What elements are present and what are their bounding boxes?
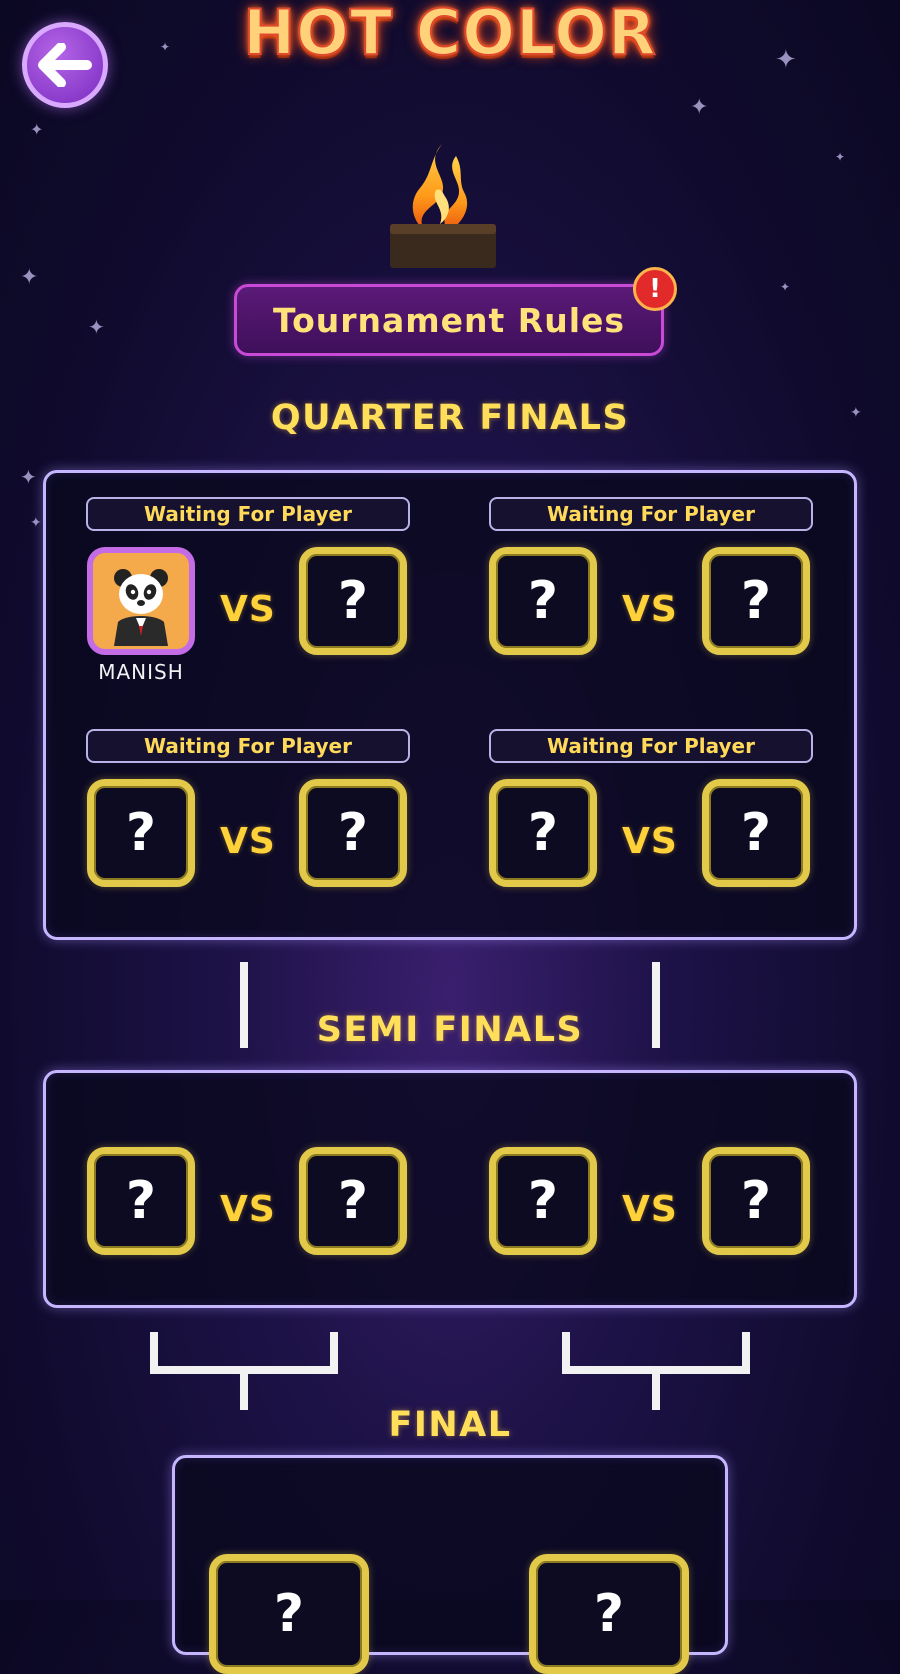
final-title: FINAL: [388, 1405, 512, 1445]
sparkle-icon: ✦: [88, 315, 105, 339]
vs-label: VS: [622, 589, 678, 630]
empty-player-slot[interactable]: ?: [489, 547, 597, 655]
match-status-badge: Waiting For Player: [86, 497, 410, 531]
match-status-badge: Waiting For Player: [489, 729, 813, 763]
question-mark-icon: ?: [337, 803, 369, 863]
empty-player-slot[interactable]: ?: [489, 779, 597, 887]
alert-symbol: !: [649, 274, 661, 304]
player-name: MANISH: [98, 660, 184, 684]
sparkle-icon: ✦: [20, 465, 37, 489]
quarter-finals-panel: Waiting For Player MANISH VS ? Waiting F…: [43, 470, 857, 940]
player-avatar-slot[interactable]: [87, 547, 195, 655]
question-mark-icon: ?: [740, 571, 772, 631]
vs-label: VS: [220, 821, 276, 862]
game-logo: HOT COLOR: [242, 0, 657, 70]
alert-icon: !: [633, 267, 677, 311]
question-mark-icon: ?: [740, 803, 772, 863]
quarter-finals-title: QUARTER FINALS: [270, 398, 630, 438]
sparkle-icon: ✦: [30, 515, 42, 531]
tournament-rules-button[interactable]: Tournament Rules !: [234, 267, 677, 356]
vs-label: VS: [622, 1189, 678, 1230]
question-mark-icon: ?: [527, 803, 559, 863]
flame-icon: [390, 144, 496, 268]
empty-player-slot[interactable]: ?: [489, 1147, 597, 1255]
empty-player-slot[interactable]: ?: [87, 779, 195, 887]
match-status-badge: Waiting For Player: [86, 729, 410, 763]
question-mark-icon: ?: [740, 1171, 772, 1231]
question-mark-icon: ?: [337, 571, 369, 631]
question-mark-icon: ?: [125, 803, 157, 863]
question-mark-icon: ?: [593, 1584, 625, 1644]
empty-player-slot[interactable]: ?: [299, 779, 407, 887]
sparkle-icon: ✦: [690, 95, 709, 120]
vs-label: VS: [622, 821, 678, 862]
empty-player-slot[interactable]: ?: [702, 779, 810, 887]
empty-player-slot[interactable]: ?: [529, 1554, 689, 1674]
empty-player-slot[interactable]: ?: [299, 1147, 407, 1255]
sparkle-icon: ✦: [835, 150, 846, 164]
sparkle-icon: ✦: [780, 280, 791, 294]
panda-avatar-icon: [114, 569, 168, 646]
empty-player-slot[interactable]: ?: [209, 1554, 369, 1674]
empty-player-slot[interactable]: ?: [87, 1147, 195, 1255]
question-mark-icon: ?: [527, 571, 559, 631]
sparkle-icon: ✦: [20, 265, 39, 290]
empty-player-slot[interactable]: ?: [702, 547, 810, 655]
question-mark-icon: ?: [527, 1171, 559, 1231]
question-mark-icon: ?: [273, 1584, 305, 1644]
semi-finals-title: SEMI FINALS: [316, 1010, 584, 1050]
vs-label: VS: [220, 1189, 276, 1230]
semi-finals-panel: ? VS ? ? VS ?: [43, 1070, 857, 1308]
question-mark-icon: ?: [337, 1171, 369, 1231]
empty-player-slot[interactable]: ?: [702, 1147, 810, 1255]
final-panel: ? ?: [172, 1455, 728, 1674]
tournament-rules-label: Tournament Rules: [272, 300, 626, 340]
sparkle-icon: ✦: [30, 120, 44, 139]
match-status-badge: Waiting For Player: [489, 497, 813, 531]
question-mark-icon: ?: [125, 1171, 157, 1231]
empty-player-slot[interactable]: ?: [299, 547, 407, 655]
vs-label: VS: [220, 589, 276, 630]
